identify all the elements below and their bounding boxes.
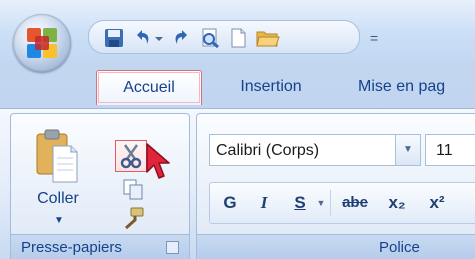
office-logo-icon — [27, 28, 57, 58]
word-2007-window: = Accueil Insertion Mise en pag Coller ▼… — [0, 0, 475, 259]
underline-dropdown-icon[interactable]: ▼ — [314, 183, 328, 223]
save-icon[interactable] — [103, 27, 125, 49]
paste-label: Coller — [37, 190, 79, 207]
tab-mise-en-page[interactable]: Mise en pag — [358, 70, 475, 104]
clipboard-group-title: Presse-papiers — [21, 239, 122, 256]
cut-button[interactable] — [115, 140, 147, 172]
quick-access-toolbar — [88, 20, 360, 54]
paste-button[interactable]: Coller ▼ — [25, 128, 91, 234]
separator — [330, 190, 331, 216]
font-size-box[interactable]: 11 — [425, 134, 475, 166]
tab-accueil[interactable]: Accueil — [96, 70, 202, 105]
print-preview-icon[interactable] — [199, 27, 221, 49]
new-document-icon[interactable] — [227, 27, 249, 49]
tab-insertion[interactable]: Insertion — [224, 70, 318, 104]
redo-icon[interactable] — [171, 27, 193, 49]
font-name-box[interactable]: Calibri (Corps) ▼ — [209, 134, 421, 166]
copy-icon[interactable] — [121, 177, 145, 201]
clipboard-dialog-launcher-icon[interactable] — [166, 241, 179, 254]
format-buttons-row: G I S ▼ abe x₂ x² — [209, 182, 475, 224]
paste-icon — [36, 129, 78, 183]
italic-button[interactable]: I — [250, 183, 278, 223]
clipboard-group: Coller ▼ Presse-papiers — [10, 113, 190, 259]
paste-dropdown-arrow-icon[interactable]: ▼ — [54, 215, 64, 226]
ribbon-tabs: Accueil Insertion Mise en pag — [0, 60, 475, 110]
font-name-value: Calibri (Corps) — [216, 142, 320, 159]
underline-button[interactable]: S — [286, 183, 314, 223]
ribbon: Coller ▼ Presse-papiers Calibri (Corps) … — [0, 108, 475, 259]
bold-button[interactable]: G — [216, 183, 244, 223]
office-button[interactable] — [13, 14, 71, 72]
clipboard-group-label: Presse-papiers — [11, 234, 189, 259]
strikethrough-button[interactable]: abe — [334, 183, 376, 223]
font-group: Calibri (Corps) ▼ 11 G I S ▼ abe x₂ x² P… — [196, 113, 475, 259]
open-folder-icon[interactable] — [255, 27, 281, 49]
font-group-title: Police — [379, 239, 420, 256]
font-group-label: Police — [197, 234, 475, 259]
customize-toolbar-button[interactable]: = — [370, 30, 378, 46]
undo-icon[interactable] — [131, 27, 153, 49]
scissors-icon — [120, 144, 142, 169]
font-size-value: 11 — [436, 142, 453, 159]
dropdown-arrow-icon[interactable] — [153, 27, 165, 49]
mouse-cursor-icon — [146, 143, 170, 179]
font-name-dropdown-icon[interactable]: ▼ — [395, 135, 420, 165]
superscript-button[interactable]: x² — [420, 183, 454, 223]
subscript-button[interactable]: x₂ — [380, 183, 414, 223]
title-bar: = — [0, 0, 475, 72]
format-painter-icon[interactable] — [121, 206, 145, 230]
